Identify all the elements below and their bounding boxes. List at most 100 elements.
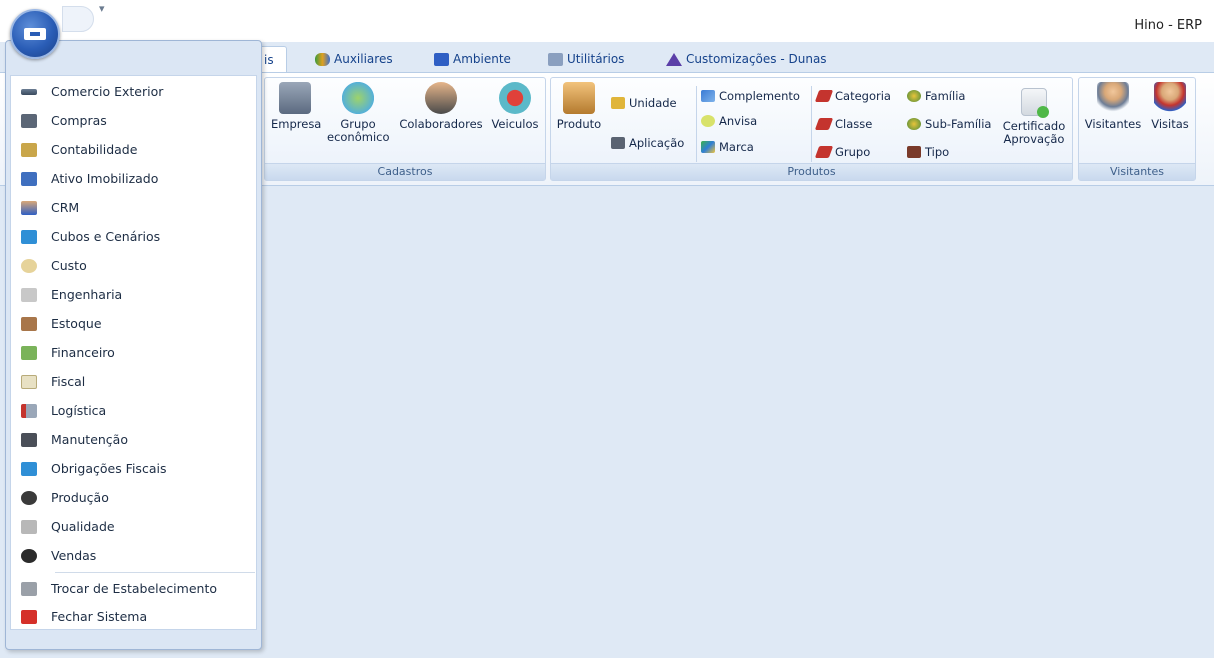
tab-label: Utilitários (567, 52, 625, 66)
money-bag-icon (21, 548, 37, 563)
unidade-button[interactable]: Unidade (611, 94, 677, 112)
group-produtos: Produto Unidade Aplicação Complemento An… (550, 77, 1073, 181)
menu-item-fiscal[interactable]: Fiscal (11, 367, 256, 396)
menu-item-qualidade[interactable]: Qualidade (11, 512, 256, 541)
classe-icon (814, 118, 834, 130)
menu-item-trocar-estabelecimento[interactable]: Trocar de Estabelecimento (11, 574, 256, 603)
application-menu-button[interactable] (10, 9, 60, 59)
marca-button[interactable]: Marca (701, 138, 754, 156)
menu-item-vendas[interactable]: Vendas (11, 541, 256, 570)
visitas-button[interactable]: Visitas (1147, 82, 1193, 131)
button-label: Complemento (719, 89, 800, 103)
menu-item-label: Cubos e Cenários (51, 229, 161, 244)
menu-item-crm[interactable]: CRM (11, 193, 256, 222)
warning-triangle-icon (666, 52, 682, 66)
visits-icon (1154, 82, 1186, 114)
scales-icon (21, 142, 37, 157)
menu-item-label: Custo (51, 258, 87, 273)
ambiente-icon (434, 52, 449, 66)
certificado-aprovacao-button[interactable]: Certificado Aprovação (999, 88, 1069, 146)
group-label: Cadastros (265, 163, 545, 180)
delivery-truck-icon (21, 403, 37, 418)
visitantes-button[interactable]: Visitantes (1082, 82, 1144, 131)
menu-item-manutencao[interactable]: Manutenção (11, 425, 256, 454)
anvisa-button[interactable]: Anvisa (701, 112, 757, 130)
menu-item-custo[interactable]: Custo (11, 251, 256, 280)
tipo-icon (907, 146, 921, 158)
menu-item-contabilidade[interactable]: Contabilidade (11, 135, 256, 164)
tab-utilitarios[interactable]: Utilitários (538, 46, 634, 72)
boxes-icon (21, 316, 37, 331)
aplicacao-icon (611, 137, 625, 149)
group-icon (342, 82, 374, 114)
menu-item-label: Compras (51, 113, 107, 128)
tab-label: Ambiente (453, 52, 511, 66)
button-label: Aplicação (629, 136, 685, 150)
complemento-button[interactable]: Complemento (701, 87, 800, 105)
button-label: Veiculos (491, 117, 539, 131)
unidade-icon (611, 97, 625, 109)
button-label: Colaboradores (399, 117, 483, 131)
button-label: Sub-Família (925, 117, 992, 131)
truck-icon (499, 82, 531, 114)
quick-access-dropdown-icon[interactable]: ▾ (99, 2, 105, 15)
box-icon (563, 82, 595, 114)
separator (696, 86, 697, 162)
menu-item-fechar-sistema[interactable]: Fechar Sistema (11, 602, 256, 631)
menu-item-label: Logística (51, 403, 107, 418)
grupo-button[interactable]: Grupo (814, 143, 871, 161)
menu-item-obrigacoes-fiscais[interactable]: Obrigações Fiscais (11, 454, 256, 483)
menu-item-estoque[interactable]: Estoque (11, 309, 256, 338)
close-icon (21, 609, 37, 624)
building-icon (279, 82, 311, 114)
button-label: Grupo (835, 145, 871, 159)
switch-establishment-icon (21, 581, 37, 596)
quick-access-toolbar[interactable] (62, 6, 94, 32)
veiculos-button[interactable]: Veiculos (489, 82, 541, 131)
separator (811, 86, 812, 162)
categoria-button[interactable]: Categoria (814, 87, 891, 105)
menu-item-label: Engenharia (51, 287, 123, 302)
button-label: Família (925, 89, 966, 103)
title-bar: ▾ Hino - ERP (0, 0, 1214, 42)
menu-item-logistica[interactable]: Logística (11, 396, 256, 425)
menu-item-engenharia[interactable]: Engenharia (11, 280, 256, 309)
menu-item-financeiro[interactable]: Financeiro (11, 338, 256, 367)
tab-label: is (264, 52, 274, 67)
menu-item-producao[interactable]: Produção (11, 483, 256, 512)
empresa-button[interactable]: Empresa (271, 82, 321, 131)
group-cadastros: Empresa Grupo econômico Colaboradores Ve… (264, 77, 546, 181)
people-icon (425, 82, 457, 114)
application-menu: Comercio Exterior Compras Contabilidade … (5, 40, 262, 650)
tools-icon (548, 52, 563, 66)
button-label: Anvisa (719, 114, 758, 128)
menu-item-label: Contabilidade (51, 142, 138, 157)
grupo-economico-button[interactable]: Grupo econômico (327, 82, 390, 144)
menu-separator (55, 572, 255, 573)
grupo-icon (814, 146, 834, 158)
menu-item-label: Vendas (51, 548, 97, 563)
group-visitantes: Visitantes Visitas Visitantes (1078, 77, 1196, 181)
button-label: Visitantes (1084, 117, 1142, 131)
menu-item-ativo-imobilizado[interactable]: Ativo Imobilizado (11, 164, 256, 193)
menu-item-comercio-exterior[interactable]: Comercio Exterior (11, 77, 256, 106)
cart-icon (21, 113, 37, 128)
produto-button[interactable]: Produto (554, 82, 604, 131)
hino-logo-icon (24, 28, 46, 40)
menu-item-cubos-cenarios[interactable]: Cubos e Cenários (11, 222, 256, 251)
menu-item-compras[interactable]: Compras (11, 106, 256, 135)
button-label: Tipo (925, 145, 950, 159)
menu-item-label: Trocar de Estabelecimento (51, 581, 217, 596)
classe-button[interactable]: Classe (814, 115, 872, 133)
tipo-button[interactable]: Tipo (907, 143, 949, 161)
tab-ambiente[interactable]: Ambiente (424, 46, 521, 72)
colaboradores-button[interactable]: Colaboradores (399, 82, 483, 131)
button-label: Certificado Aprovação (1002, 119, 1066, 146)
familia-button[interactable]: Família (907, 87, 965, 105)
menu-item-label: Estoque (51, 316, 102, 331)
aplicacao-button[interactable]: Aplicação (611, 134, 684, 152)
tab-customizacoes-dunas[interactable]: Customizações - Dunas (656, 46, 837, 72)
sub-familia-button[interactable]: Sub-Família (907, 115, 991, 133)
quality-icon (21, 519, 37, 534)
tab-auxiliares[interactable]: Auxiliares (305, 46, 403, 72)
